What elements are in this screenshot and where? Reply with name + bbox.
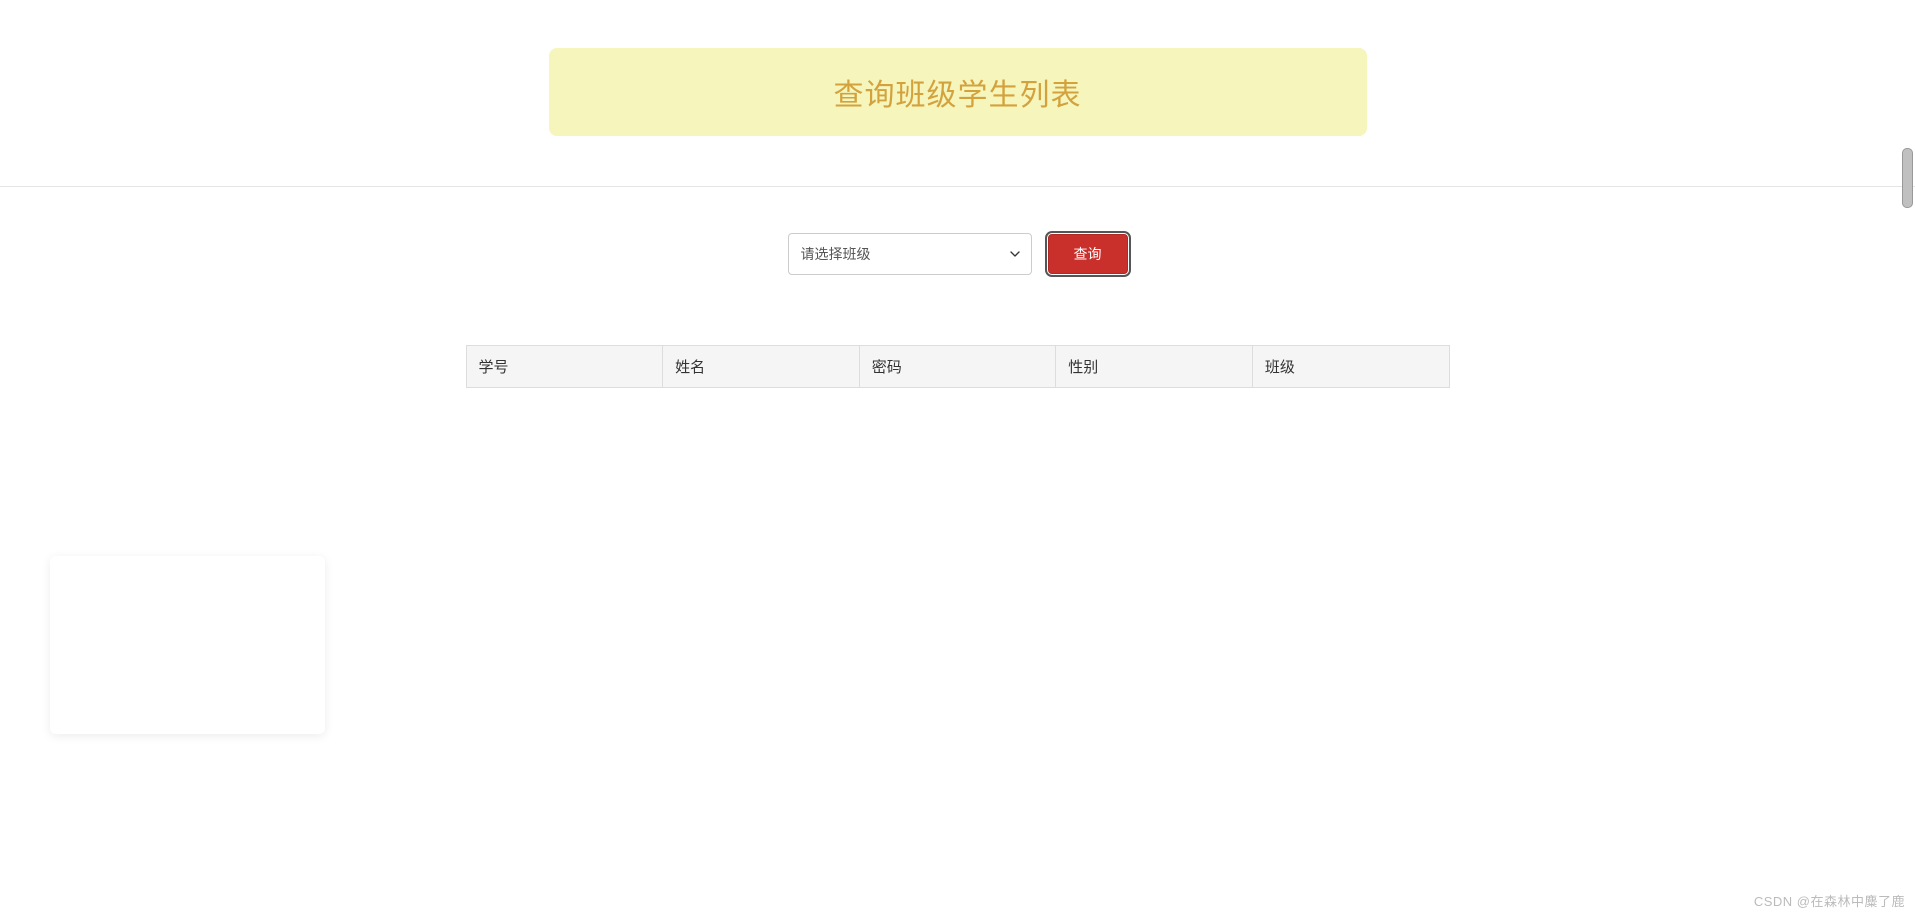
column-gender: 性别 — [1056, 346, 1253, 388]
watermark: CSDN @在森林中麋了鹿 — [1754, 891, 1905, 910]
column-password: 密码 — [859, 346, 1056, 388]
title-banner: 查询班级学生列表 — [549, 48, 1367, 136]
column-student-id: 学号 — [466, 346, 663, 388]
column-name: 姓名 — [663, 346, 860, 388]
content-section: 请选择班级 查询 学号 姓名 密码 性别 班级 — [0, 187, 1915, 388]
query-button[interactable]: 查询 — [1048, 234, 1128, 274]
query-form: 请选择班级 查询 — [0, 233, 1915, 275]
table-container: 学号 姓名 密码 性别 班级 — [466, 345, 1450, 388]
page-title: 查询班级学生列表 — [569, 70, 1347, 114]
student-table: 学号 姓名 密码 性别 班级 — [466, 345, 1450, 388]
column-class: 班级 — [1252, 346, 1449, 388]
table-header-row: 学号 姓名 密码 性别 班级 — [466, 346, 1449, 388]
class-select[interactable]: 请选择班级 — [788, 233, 1032, 275]
header-section: 查询班级学生列表 — [0, 0, 1915, 187]
scrollbar-thumb[interactable] — [1902, 148, 1913, 208]
floating-panel — [50, 556, 325, 734]
